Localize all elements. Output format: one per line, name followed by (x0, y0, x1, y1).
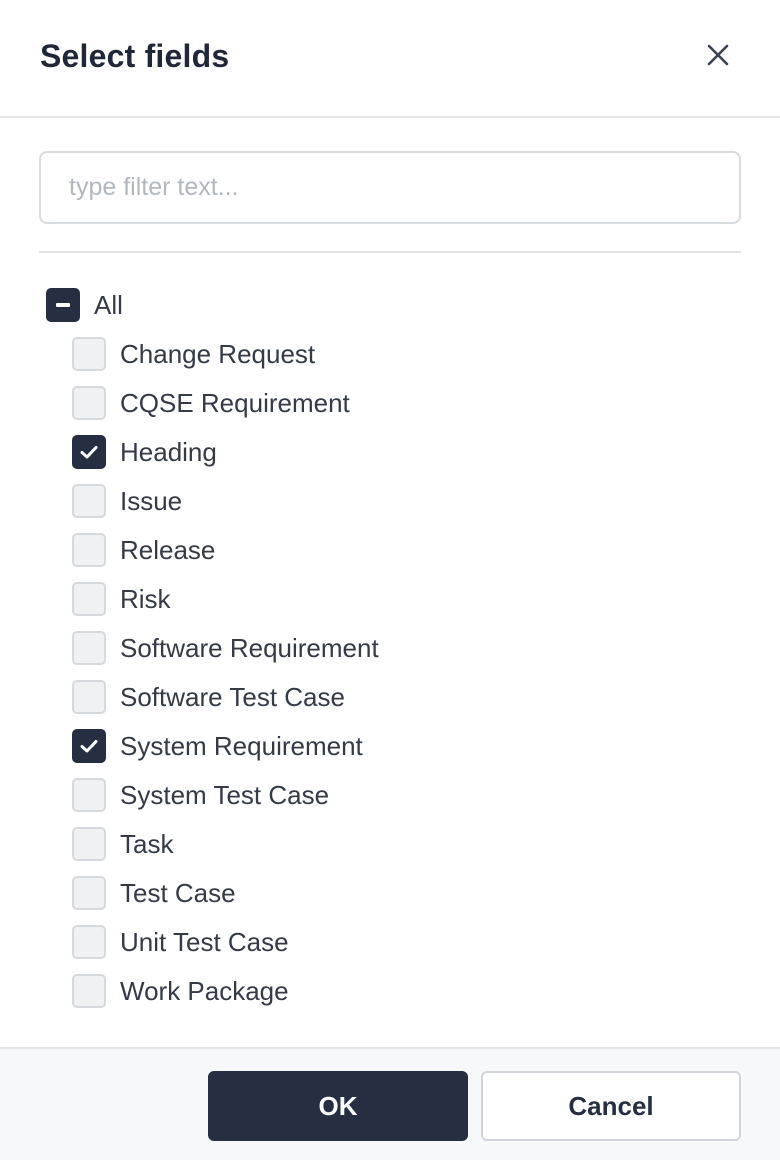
tree-item-label: Change Request (120, 338, 316, 369)
ok-button[interactable]: OK (208, 1071, 468, 1141)
checkbox-unchecked[interactable] (72, 631, 106, 665)
tree-item-work-package[interactable]: Work Package (72, 973, 289, 1009)
checkbox-unchecked[interactable] (72, 778, 106, 812)
tree-item-system-test-case[interactable]: System Test Case (72, 777, 329, 813)
minus-icon (56, 303, 70, 307)
cancel-button[interactable]: Cancel (481, 1071, 741, 1141)
tree-item-release[interactable]: Release (72, 532, 215, 568)
filter-container (39, 151, 741, 224)
tree-item-label: CQSE Requirement (120, 387, 350, 418)
filter-input[interactable] (39, 151, 741, 224)
checkbox-checked[interactable] (72, 435, 106, 469)
tree-item-label: Software Test Case (120, 681, 345, 712)
checkbox-indeterminate[interactable] (46, 288, 80, 322)
checkmark-icon (80, 740, 98, 753)
tree-item-heading[interactable]: Heading (72, 434, 217, 470)
tree-item-label: All (94, 289, 123, 320)
tree-item-label: System Test Case (120, 779, 330, 810)
tree-item-unit-test-case[interactable]: Unit Test Case (72, 924, 289, 960)
tree-item-task[interactable]: Task (72, 826, 173, 862)
tree-item-label: Release (120, 534, 216, 565)
tree-item-label: System Requirement (120, 730, 363, 761)
checkbox-unchecked[interactable] (72, 680, 106, 714)
tree-item-label: Risk (120, 583, 171, 614)
dialog-footer: OK Cancel (0, 1047, 780, 1160)
tree-item-label: Unit Test Case (120, 926, 289, 957)
tree-item-change-request[interactable]: Change Request (72, 336, 315, 372)
checkbox-unchecked[interactable] (72, 533, 106, 567)
tree-item-cqse-requirement[interactable]: CQSE Requirement (72, 385, 350, 421)
checkmark-icon (80, 446, 98, 459)
checkbox-unchecked[interactable] (72, 876, 106, 910)
tree-item-all[interactable]: All (46, 287, 123, 323)
checkbox-unchecked[interactable] (72, 484, 106, 518)
tree-item-test-case[interactable]: Test Case (72, 875, 236, 911)
tree-item-risk[interactable]: Risk (72, 581, 171, 617)
checkbox-unchecked[interactable] (72, 925, 106, 959)
tree-item-label: Test Case (120, 877, 236, 908)
tree-item-label: Issue (120, 485, 183, 516)
tree-item-label: Work Package (120, 975, 289, 1006)
dialog-header: Select fields (0, 0, 780, 118)
checkbox-unchecked[interactable] (72, 974, 106, 1008)
tree-item-label: Task (120, 828, 174, 859)
checkbox-unchecked[interactable] (72, 582, 106, 616)
tree-item-software-requirement[interactable]: Software Requirement (72, 630, 379, 666)
checkbox-unchecked[interactable] (72, 386, 106, 420)
close-button[interactable] (698, 36, 738, 76)
select-fields-dialog: Select fields All Change Request CQSE Req… (0, 0, 780, 1160)
divider (39, 251, 741, 253)
tree-item-label: Heading (120, 436, 217, 467)
checkbox-unchecked[interactable] (72, 337, 106, 371)
tree-item-label: Software Requirement (120, 632, 379, 663)
tree-item-software-test-case[interactable]: Software Test Case (72, 679, 345, 715)
dialog-title: Select fields (40, 38, 230, 74)
checkbox-checked[interactable] (72, 729, 106, 763)
close-icon (707, 44, 729, 66)
tree-item-system-requirement[interactable]: System Requirement (72, 728, 363, 764)
tree-item-issue[interactable]: Issue (72, 483, 182, 519)
checkbox-unchecked[interactable] (72, 827, 106, 861)
